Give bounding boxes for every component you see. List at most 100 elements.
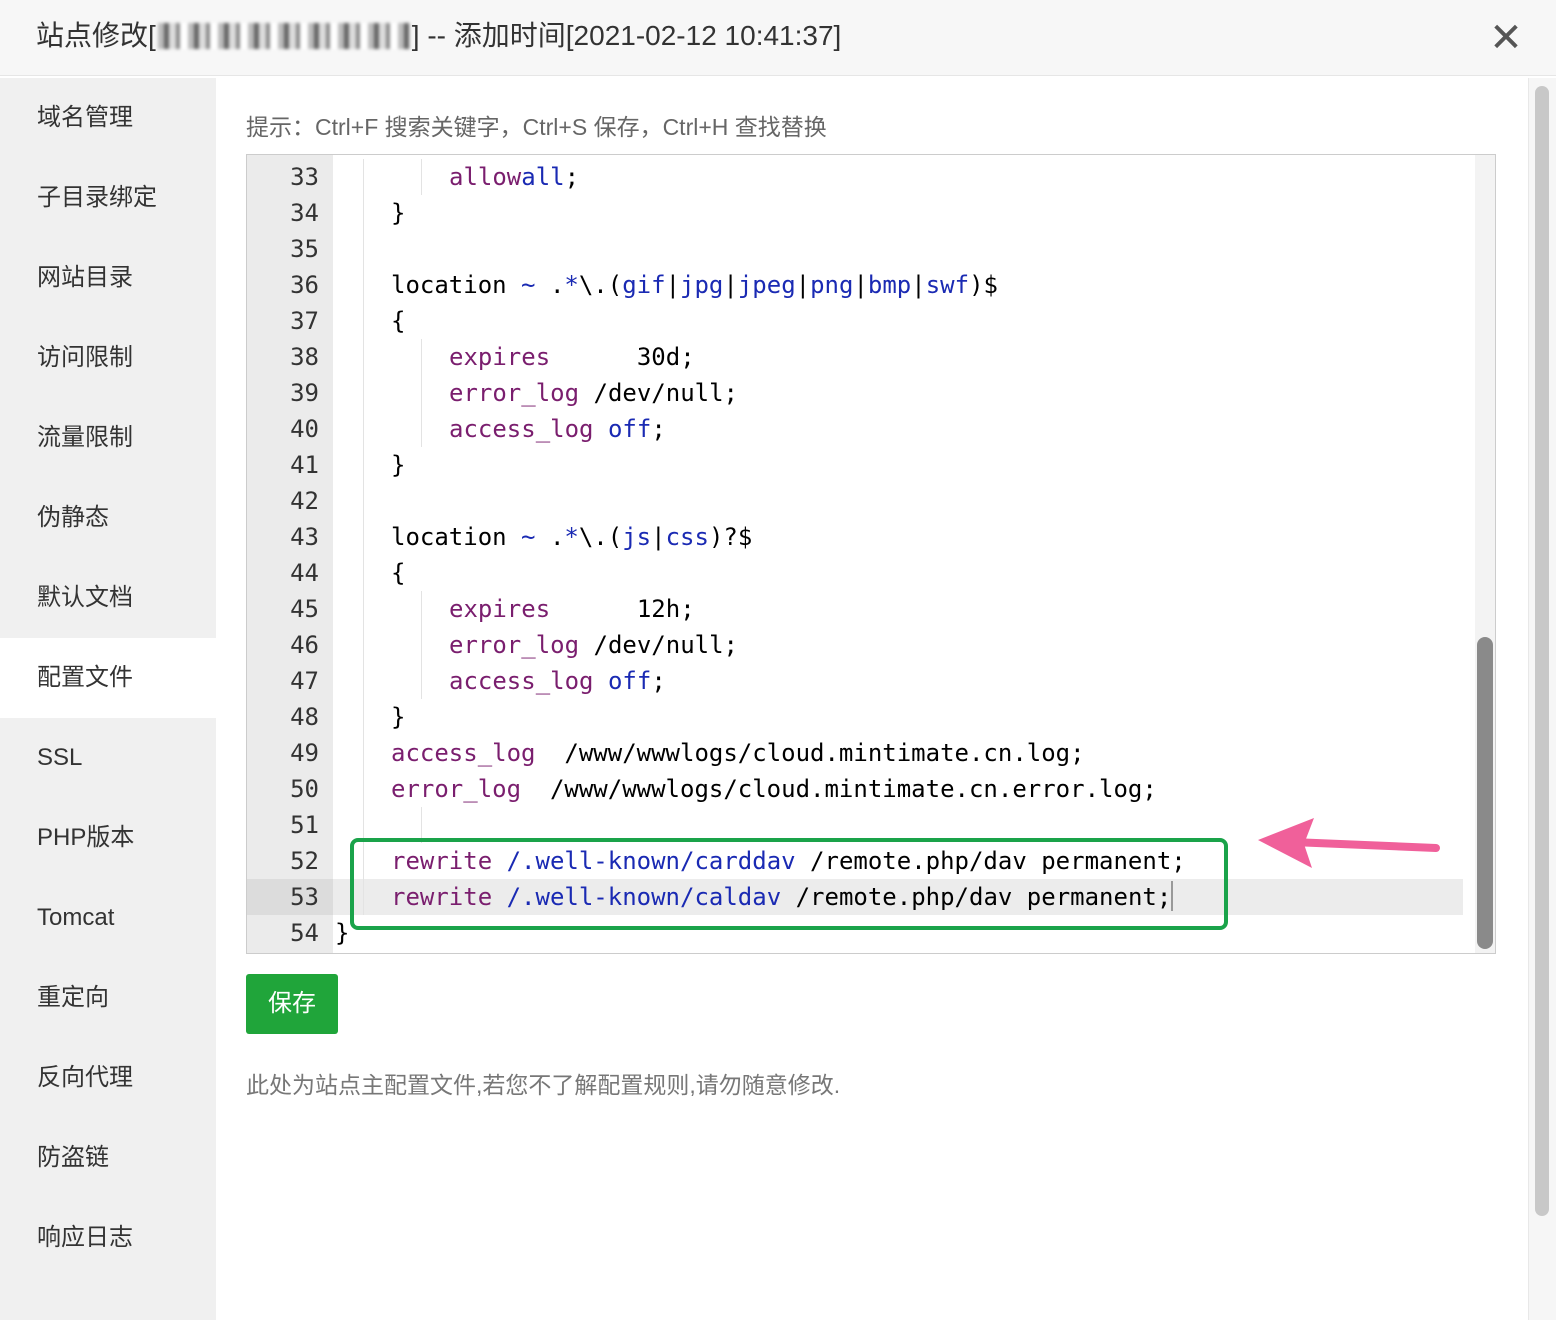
- close-icon: ✕: [1489, 16, 1523, 60]
- code-line[interactable]: 41}: [247, 447, 1463, 483]
- code-token: /www/wwwlogs/cloud.mintimate.cn.error.lo…: [521, 775, 1157, 803]
- code-token: off: [607, 415, 652, 443]
- dialog-scrollbar-thumb[interactable]: [1535, 86, 1549, 1216]
- sidebar-item[interactable]: 响应日志: [0, 1198, 216, 1278]
- code-text: error_log /www/wwwlogs/cloud.mintimate.c…: [333, 771, 1463, 807]
- editor-scrollbar-thumb[interactable]: [1477, 637, 1493, 949]
- code-line[interactable]: 37 {: [247, 303, 1463, 339]
- code-line[interactable]: 50 error_log /www/wwwlogs/cloud.mintimate…: [247, 771, 1463, 807]
- line-number: 33: [290, 163, 319, 191]
- sidebar-item[interactable]: 配置文件: [0, 638, 216, 718]
- code-token: *: [564, 523, 579, 551]
- save-button[interactable]: 保存: [246, 974, 338, 1034]
- config-warning-note: 此处为站点主配置文件,若您不了解配置规则,请勿随意修改.: [246, 1072, 841, 1098]
- code-token: error_log: [449, 379, 580, 407]
- code-token: swf: [925, 271, 970, 299]
- line-number: 37: [290, 307, 319, 335]
- dialog-title: 站点修改[] -- 添加时间[2021-02-12 10:41:37]: [36, 16, 841, 56]
- line-number: 46: [290, 631, 319, 659]
- indent-guide: [421, 159, 422, 195]
- code-text: }: [333, 447, 1463, 483]
- line-number: 50: [290, 775, 319, 803]
- sidebar-item[interactable]: 默认文档: [0, 558, 216, 638]
- sidebar-item[interactable]: 伪静态: [0, 478, 216, 558]
- code-line[interactable]: 34}: [247, 195, 1463, 231]
- code-text: location ~ .*\.(js|css)?$: [333, 519, 1463, 555]
- code-line[interactable]: 39 error_log /dev/null;: [247, 375, 1463, 411]
- code-token: ;: [651, 415, 666, 443]
- sidebar-item[interactable]: 重定向: [0, 958, 216, 1038]
- code-line[interactable]: 44 {: [247, 555, 1463, 591]
- dialog-scrollbar[interactable]: [1528, 78, 1556, 1320]
- dialog-titlebar: 站点修改[] -- 添加时间[2021-02-12 10:41:37] ✕: [0, 0, 1556, 76]
- code-token: /www/wwwlogs/cloud.mintimate.cn.log;: [535, 739, 1085, 767]
- code-line[interactable]: 49 access_log /www/wwwlogs/cloud.mintimat…: [247, 735, 1463, 771]
- line-number: 41: [290, 451, 319, 479]
- code-line[interactable]: 43 location ~ .*\.(js|css)?$: [247, 519, 1463, 555]
- code-line[interactable]: 33 allowall;: [247, 159, 1463, 195]
- code-token: css: [665, 523, 709, 551]
- indent-guide: [363, 699, 364, 735]
- code-token: location: [391, 523, 522, 551]
- indent-guide: [363, 591, 364, 627]
- code-text: expires 30d;: [333, 339, 1463, 375]
- indent-guide: [363, 303, 364, 339]
- indent-guide: [363, 231, 364, 267]
- line-number: 47: [290, 667, 319, 695]
- code-token: all: [521, 163, 565, 191]
- code-line[interactable]: 38 expires 30d;: [247, 339, 1463, 375]
- code-token: ;: [564, 163, 580, 191]
- indent-guide: [363, 195, 364, 231]
- sidebar-item[interactable]: 反向代理: [0, 1038, 216, 1118]
- code-token: \.(: [578, 271, 623, 299]
- code-token: allow: [449, 163, 522, 191]
- code-line[interactable]: 40 access_log off;: [247, 411, 1463, 447]
- code-token: *: [564, 271, 579, 299]
- code-token: |: [911, 271, 926, 299]
- code-token: ~: [521, 271, 536, 299]
- code-line[interactable]: 46 error_log /dev/null;: [247, 627, 1463, 663]
- indent-guide: [421, 627, 422, 663]
- code-text: allowall;: [333, 159, 1463, 195]
- line-number: 43: [290, 523, 319, 551]
- line-number: 40: [290, 415, 319, 443]
- code-text: error_log /dev/null;: [333, 627, 1463, 663]
- code-token: )$: [969, 271, 998, 299]
- title-prefix: 站点修改[: [36, 20, 156, 51]
- indent-guide: [363, 771, 364, 807]
- code-token: expires: [449, 343, 551, 371]
- code-line[interactable]: 42: [247, 483, 1463, 519]
- code-token: js: [622, 523, 652, 551]
- code-token: access_log: [449, 667, 594, 695]
- shortcut-tip: 提示：Ctrl+F 搜索关键字，Ctrl+S 保存，Ctrl+H 查找替换: [246, 114, 827, 140]
- sidebar-item[interactable]: Tomcat: [0, 878, 216, 958]
- line-number: 45: [290, 595, 319, 623]
- code-line[interactable]: 47 access_log off;: [247, 663, 1463, 699]
- code-token: }: [391, 451, 406, 479]
- sidebar-item[interactable]: SSL: [0, 718, 216, 798]
- rewrite-highlight-box: [350, 838, 1228, 930]
- editor-scrollbar[interactable]: [1475, 155, 1495, 953]
- sidebar-item[interactable]: PHP版本: [0, 798, 216, 878]
- code-line[interactable]: 35: [247, 231, 1463, 267]
- code-token: .: [535, 271, 565, 299]
- indent-guide: [363, 735, 364, 771]
- indent-guide: [363, 267, 364, 303]
- code-token: {: [391, 559, 406, 587]
- sidebar-item[interactable]: 网站目录: [0, 238, 216, 318]
- code-line[interactable]: 45 expires 12h;: [247, 591, 1463, 627]
- close-button[interactable]: ✕: [1488, 18, 1524, 58]
- code-text: expires 12h;: [333, 591, 1463, 627]
- indent-guide: [363, 555, 364, 591]
- sidebar-item[interactable]: 域名管理: [0, 78, 216, 158]
- code-token: ~: [521, 523, 536, 551]
- sidebar-item[interactable]: 访问限制: [0, 318, 216, 398]
- sidebar-item[interactable]: 子目录绑定: [0, 158, 216, 238]
- code-line[interactable]: 48}: [247, 699, 1463, 735]
- indent-guide: [363, 447, 364, 483]
- code-token: |: [853, 271, 868, 299]
- code-line[interactable]: 36 location ~ .*\.(gif|jpg|jpeg|png|bmp|s…: [247, 267, 1463, 303]
- line-number: 42: [290, 487, 319, 515]
- sidebar-item[interactable]: 防盗链: [0, 1118, 216, 1198]
- sidebar-item[interactable]: 流量限制: [0, 398, 216, 478]
